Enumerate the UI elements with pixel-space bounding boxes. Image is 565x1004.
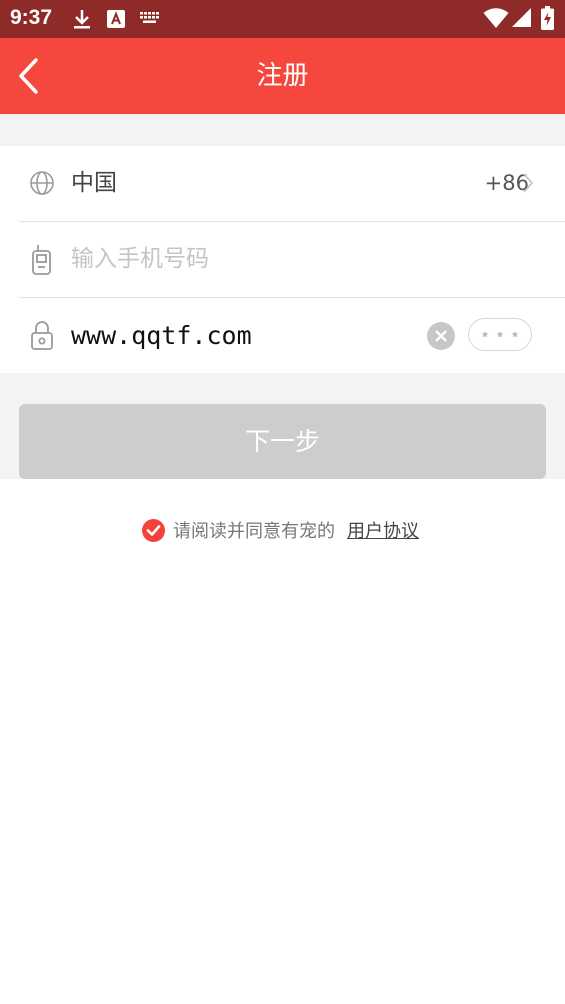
next-button[interactable]: 下一步	[19, 404, 546, 479]
country-name: 中国	[71, 170, 117, 196]
chevron-left-icon	[19, 58, 38, 94]
lock-icon	[31, 321, 53, 350]
app-a-icon	[107, 10, 125, 28]
asterisks-icon	[481, 331, 519, 338]
status-time: 9:37	[10, 6, 53, 29]
password-input[interactable]	[71, 298, 411, 373]
phone-icon	[32, 245, 51, 275]
password-visibility-toggle[interactable]	[468, 318, 532, 351]
spacer	[0, 114, 565, 146]
agreement: 请阅读并同意有宠的 用户协议	[0, 515, 565, 549]
battery-charging-icon	[541, 6, 554, 30]
clear-icon[interactable]	[427, 322, 455, 350]
download-icon	[74, 10, 90, 29]
signal-icon	[512, 8, 531, 27]
phone-row: 输入手机号码	[19, 222, 565, 298]
phone-input[interactable]: 输入手机号码	[71, 222, 209, 297]
keyboard-icon	[140, 12, 159, 23]
password-row	[19, 298, 565, 373]
agreement-text: 请阅读并同意有宠的	[173, 521, 335, 542]
check-circle-icon[interactable]	[142, 519, 165, 542]
action-area: 下一步	[0, 373, 565, 479]
chevron-right-icon	[523, 173, 534, 193]
globe-icon	[30, 171, 54, 195]
status-bar: 9:37	[0, 0, 565, 38]
title-bar: 注册	[0, 38, 565, 114]
country-selector[interactable]: 中国 +86	[19, 146, 565, 222]
back-button[interactable]	[12, 56, 52, 96]
wifi-icon	[483, 8, 509, 28]
page-title: 注册	[256, 61, 309, 91]
user-agreement-link[interactable]: 用户协议	[347, 515, 419, 549]
register-form: 中国 +86 输入手机号码	[0, 146, 565, 373]
